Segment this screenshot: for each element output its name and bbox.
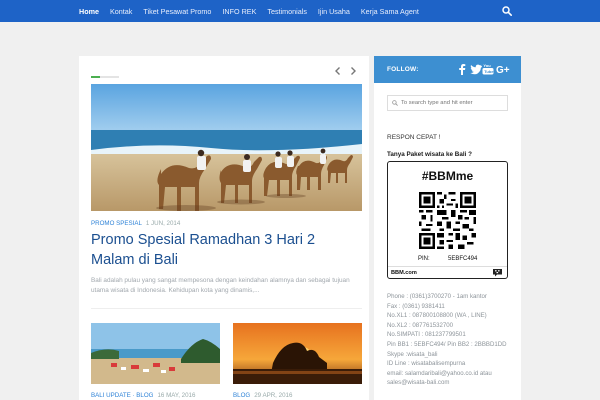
featured-post-meta: PROMO SPESIAL 1 JUN, 2014 bbox=[91, 220, 180, 227]
bbm-pin-value: 5EBFC494 bbox=[448, 256, 478, 262]
nav-item-kerja-sama-agent[interactable]: Kerja Sama Agent bbox=[361, 7, 419, 16]
featured-post-image[interactable] bbox=[91, 84, 362, 211]
post-thumbnail-blog[interactable] bbox=[233, 323, 362, 384]
svg-text:Tube: Tube bbox=[484, 69, 494, 74]
divider bbox=[91, 308, 362, 309]
sidebar-search-box[interactable] bbox=[387, 95, 508, 111]
follow-label: FOLLOW: bbox=[387, 66, 419, 73]
sidebar: RESPON CEPAT ! Tanya Paket wisata ke Bal… bbox=[374, 83, 521, 400]
facebook-icon[interactable] bbox=[456, 63, 468, 75]
contact-phone: Phone : (0361)3700270 - 1am kantor bbox=[387, 293, 487, 300]
slider-indicator[interactable] bbox=[91, 76, 119, 78]
bbm-footer: BBM.com bbox=[388, 266, 507, 278]
post-category-link[interactable]: PROMO SPESIAL bbox=[91, 220, 142, 227]
contact-xl1: No.XL1 : 087800108800 (WA , LINE) bbox=[387, 312, 487, 320]
nav-item-home[interactable]: Home bbox=[79, 7, 99, 16]
contact-info: Phone : (0361)3700270 - 1am kantor Fax :… bbox=[387, 292, 517, 388]
post-date: 29 APR, 2016 bbox=[254, 392, 293, 399]
top-navigation-bar: Home Kontak Tiket Pesawat Promo INFO REK… bbox=[0, 0, 600, 22]
post-meta-blog: BLOG 29 APR, 2016 bbox=[233, 392, 292, 399]
contact-line: ID Line : wisatabalisempurna bbox=[387, 360, 466, 368]
sidebar-follow-header: FOLLOW: You Tube G+ bbox=[374, 56, 521, 83]
contact-fax: Fax : (0361) 9381411 bbox=[387, 302, 445, 310]
post-thumbnail-bali-update[interactable] bbox=[91, 323, 220, 384]
youtube-icon[interactable]: You Tube bbox=[482, 63, 494, 75]
post-category-link[interactable]: BLOG bbox=[233, 392, 250, 399]
bbm-url: BBM.com bbox=[391, 270, 417, 276]
svg-text:You: You bbox=[483, 63, 491, 68]
chevron-left-icon[interactable] bbox=[333, 66, 343, 76]
nav-menu: Home Kontak Tiket Pesawat Promo INFO REK… bbox=[79, 0, 430, 22]
featured-post-title[interactable]: Promo Spesial Ramadhan 3 Hari 2 Malam di… bbox=[91, 230, 361, 270]
nav-item-kontak[interactable]: Kontak bbox=[110, 7, 132, 16]
widget-title-respon-cepat: RESPON CEPAT ! bbox=[387, 134, 441, 141]
bbm-logo-icon bbox=[493, 269, 502, 277]
contact-email: email: salamdaribali@yahoo.co.id atau bbox=[387, 369, 492, 377]
google-plus-icon[interactable]: G+ bbox=[496, 63, 512, 75]
nav-item-tiket-pesawat-promo[interactable]: Tiket Pesawat Promo bbox=[143, 7, 211, 16]
qr-code bbox=[419, 192, 476, 249]
twitter-icon[interactable] bbox=[470, 63, 482, 75]
featured-post-excerpt: Bali adalah pulau yang sangat mempesona … bbox=[91, 277, 350, 294]
post-date: 16 MAY, 2016 bbox=[157, 392, 196, 399]
main-content-card: PROMO SPESIAL 1 JUN, 2014 Promo Spesial R… bbox=[79, 56, 369, 400]
svg-text:G+: G+ bbox=[496, 65, 510, 75]
contact-simpati: No.SIMPATI : 081237799501 bbox=[387, 331, 466, 339]
post-meta-bali-update: BALI UPDATE · BLOG 16 MAY, 2016 bbox=[91, 392, 196, 399]
post-category-link[interactable]: BALI UPDATE bbox=[91, 392, 131, 399]
post-date: 1 JUN, 2014 bbox=[145, 220, 181, 227]
contact-email-2: sales@wisata-bali.com bbox=[387, 379, 450, 387]
nav-item-testimonials[interactable]: Testimonials bbox=[267, 7, 307, 16]
tanya-paket-label: Tanya Paket wisata ke Bali ? bbox=[387, 151, 472, 158]
bbm-barcode-card: #BBMme PIN: 5EBFC494 BBM.com bbox=[387, 161, 508, 279]
chevron-right-icon[interactable] bbox=[348, 66, 358, 76]
nav-item-info-rek[interactable]: INFO REK bbox=[222, 7, 256, 16]
bbm-title: #BBMme bbox=[421, 169, 474, 183]
search-icon bbox=[392, 100, 398, 106]
contact-skype: Skype :wisata_bali bbox=[387, 350, 438, 358]
contact-pin-bb: Pin BB1 : 5EBFC494/ Pin BB2 : 2BBBD1DD bbox=[387, 340, 507, 348]
search-input[interactable] bbox=[401, 98, 505, 108]
search-icon[interactable] bbox=[502, 6, 512, 16]
post-category-link[interactable]: BLOG bbox=[136, 392, 153, 399]
nav-item-ijin-usaha[interactable]: Ijin Usaha bbox=[318, 7, 350, 16]
bbm-pin-label: PIN: bbox=[418, 256, 430, 262]
contact-xl2: No.XL2 : 087761532700 bbox=[387, 321, 454, 329]
